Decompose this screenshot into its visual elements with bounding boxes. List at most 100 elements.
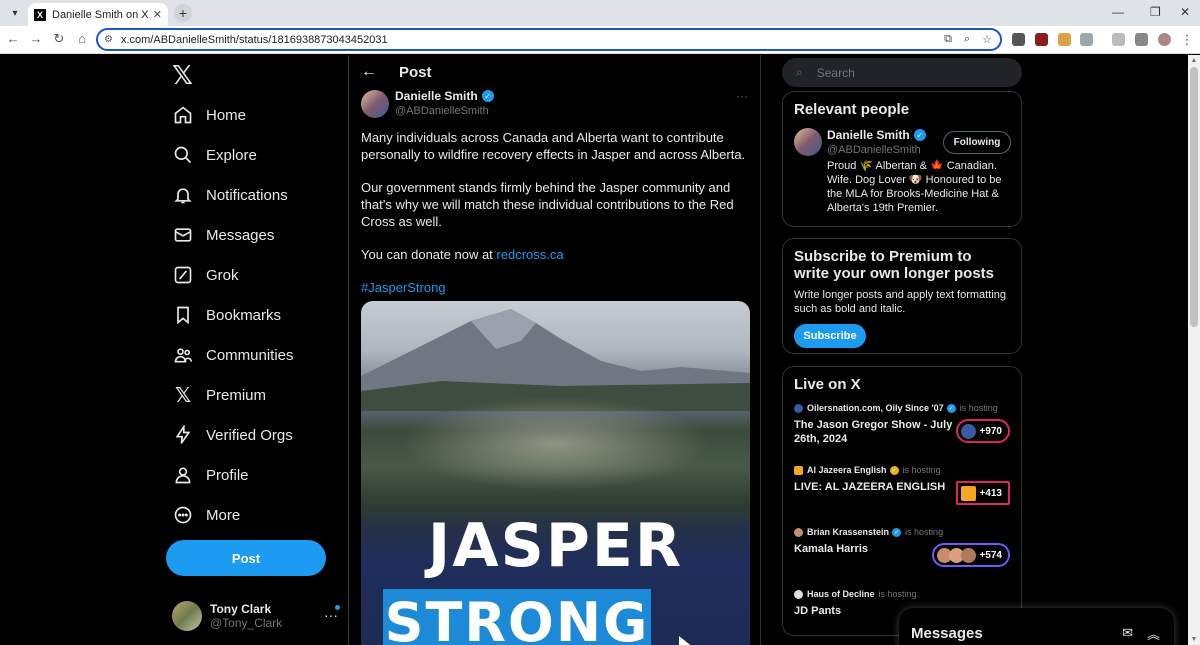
person-handle[interactable]: @ABDanielleSmith — [827, 144, 926, 156]
host-name: Brian Krassenstein — [807, 527, 890, 537]
relevant-person[interactable]: Danielle Smith ✓ @ABDanielleSmith Followi… — [783, 118, 1021, 156]
host-avatar — [794, 589, 803, 599]
tab-search-chevron-icon[interactable]: ▾ — [6, 4, 24, 22]
sidebar-item-label: Grok — [206, 266, 239, 284]
relevant-people-card: Relevant people Danielle Smith ✓ @ABDanie… — [782, 91, 1022, 227]
url-text: x.com/ABDanielleSmith/status/18169388730… — [120, 33, 388, 46]
messages-drawer[interactable]: Messages ✉ ︽ — [899, 608, 1174, 645]
compose-message-icon[interactable]: ✉ — [1122, 625, 1133, 641]
bookmark-star-icon[interactable]: ☆ — [982, 33, 992, 46]
minimize-icon[interactable]: — — [1112, 5, 1124, 19]
avatar — [961, 423, 977, 439]
subscribe-button[interactable]: Subscribe — [794, 324, 866, 348]
hosting-label: is hosting — [878, 589, 917, 599]
x-logo-icon[interactable]: 𝕏 — [172, 60, 193, 91]
back-arrow-icon[interactable]: ← — [361, 63, 377, 81]
play-icon[interactable] — [679, 636, 699, 645]
town-scene — [401, 396, 710, 491]
more-circle-icon — [172, 504, 194, 526]
reload-icon[interactable]: ↻ — [50, 31, 68, 47]
sidebar-item-home[interactable]: Home — [166, 95, 346, 135]
site-info-icon[interactable]: ⚙ — [104, 34, 113, 45]
account-switcher[interactable]: Tony Clark @Tony_Clark ··· — [172, 599, 342, 633]
avatar[interactable] — [794, 128, 822, 156]
avatar[interactable] — [361, 90, 389, 118]
new-tab-button[interactable]: + — [174, 4, 192, 22]
sidebar-item-verified-orgs[interactable]: Verified Orgs — [166, 415, 346, 455]
scrollbar-thumb[interactable] — [1190, 67, 1198, 327]
profile-avatar-icon[interactable] — [1158, 33, 1171, 46]
extensions-puzzle-icon[interactable] — [1080, 33, 1093, 46]
install-app-icon[interactable]: ⧉ — [944, 33, 952, 46]
listeners-pill[interactable]: +970 — [956, 419, 1010, 443]
zoom-icon[interactable]: ⌕ — [964, 33, 970, 46]
tab-close-icon[interactable]: ✕ — [153, 8, 162, 21]
maximize-icon[interactable]: ❐ — [1150, 5, 1161, 19]
expand-drawer-icon[interactable]: ︽ — [1147, 624, 1160, 643]
address-bar[interactable]: ⚙ x.com/ABDanielleSmith/status/181693887… — [96, 28, 1002, 51]
verified-badge-icon: ✓ — [892, 527, 902, 537]
live-item[interactable]: Al Jazeera English ✓ is hosting LIVE: AL… — [783, 461, 1021, 523]
sidebar-item-notifications[interactable]: Notifications — [166, 175, 346, 215]
post-image[interactable]: JASPER STRONG — [361, 301, 750, 645]
home-page-icon[interactable]: ⌂ — [73, 31, 91, 46]
reading-list-icon[interactable] — [1112, 33, 1125, 46]
forward-icon[interactable]: → — [27, 31, 45, 46]
hashtag-link[interactable]: #JasperStrong — [361, 279, 748, 296]
post-paragraph: Our government stands firmly behind the … — [361, 180, 734, 229]
sidebar-item-communities[interactable]: Communities — [166, 335, 346, 375]
tab-title: Danielle Smith on X: "Many indi — [52, 8, 149, 21]
sidebar-item-grok[interactable]: Grok — [166, 255, 346, 295]
post-button[interactable]: Post — [166, 540, 326, 576]
lightning-icon — [172, 424, 194, 446]
listener-count: +970 — [979, 425, 1002, 437]
window-close-icon[interactable]: ✕ — [1180, 5, 1190, 19]
listener-count: +574 — [979, 549, 1002, 561]
sidebar-item-bookmarks[interactable]: Bookmarks — [166, 295, 346, 335]
author-handle[interactable]: @ABDanielleSmith — [395, 105, 494, 117]
live-item[interactable]: Oilersnation.com, Oily Since '07 ✓ is ho… — [783, 399, 1021, 461]
listeners-pill[interactable]: +413 — [956, 481, 1010, 505]
browser-tab[interactable]: X Danielle Smith on X: "Many indi ✕ — [28, 3, 168, 26]
premium-card: Subscribe to Premium to write your own l… — [782, 238, 1022, 354]
more-dots-icon[interactable]: ··· — [736, 89, 748, 103]
sidebar-item-premium[interactable]: 𝕏 Premium — [166, 375, 346, 415]
bell-icon — [172, 184, 194, 206]
hosting-label: is hosting — [959, 403, 998, 413]
person-bio: Proud 🌾 Albertan & 🍁 Canadian. Wife. Dog… — [827, 160, 1002, 214]
page-scrollbar[interactable]: ▲ ▼ — [1188, 55, 1200, 645]
card-title: Relevant people — [794, 101, 910, 118]
host-avatar — [794, 465, 803, 475]
sidebar-item-explore[interactable]: Explore — [166, 135, 346, 175]
extension-icon[interactable] — [1035, 33, 1048, 46]
download-icon[interactable] — [1135, 33, 1148, 46]
author-name[interactable]: Danielle Smith — [395, 89, 478, 103]
sidebar-item-label: Explore — [206, 146, 257, 164]
unread-dot — [335, 605, 340, 610]
premium-text: Write longer posts and apply text format… — [794, 289, 1006, 315]
listeners-pill[interactable]: +574 — [932, 543, 1010, 567]
browser-tab-bar: ▾ X Danielle Smith on X: "Many indi ✕ + … — [0, 0, 1200, 26]
sidebar-item-more[interactable]: More — [166, 495, 346, 535]
extension-icon[interactable] — [1012, 33, 1025, 46]
sidebar-item-label: Bookmarks — [206, 306, 282, 324]
x-logo-icon: 𝕏 — [174, 384, 192, 407]
search-input[interactable]: ⌕ Search — [782, 58, 1022, 87]
extension-icon[interactable] — [1058, 33, 1071, 46]
hosting-label: is hosting — [902, 465, 941, 475]
scroll-down-icon[interactable]: ▼ — [1188, 636, 1200, 643]
back-icon[interactable]: ← — [4, 31, 22, 46]
people-icon — [172, 344, 194, 366]
redcross-link[interactable]: redcross.ca — [496, 247, 563, 262]
live-item[interactable]: Brian Krassenstein ✓ is hosting Kamala H… — [783, 523, 1021, 585]
scroll-up-icon[interactable]: ▲ — [1188, 57, 1200, 64]
following-button[interactable]: Following — [943, 131, 1011, 154]
sidebar-item-messages[interactable]: Messages — [166, 215, 346, 255]
image-text-line2: STRONG — [384, 591, 650, 645]
avatar — [961, 547, 977, 563]
card-title: Live on X — [794, 376, 861, 393]
person-name[interactable]: Danielle Smith — [827, 128, 910, 142]
sidebar-item-label: Notifications — [206, 186, 288, 204]
browser-menu-icon[interactable]: ⋮ — [1178, 32, 1196, 48]
sidebar-item-profile[interactable]: Profile — [166, 455, 346, 495]
